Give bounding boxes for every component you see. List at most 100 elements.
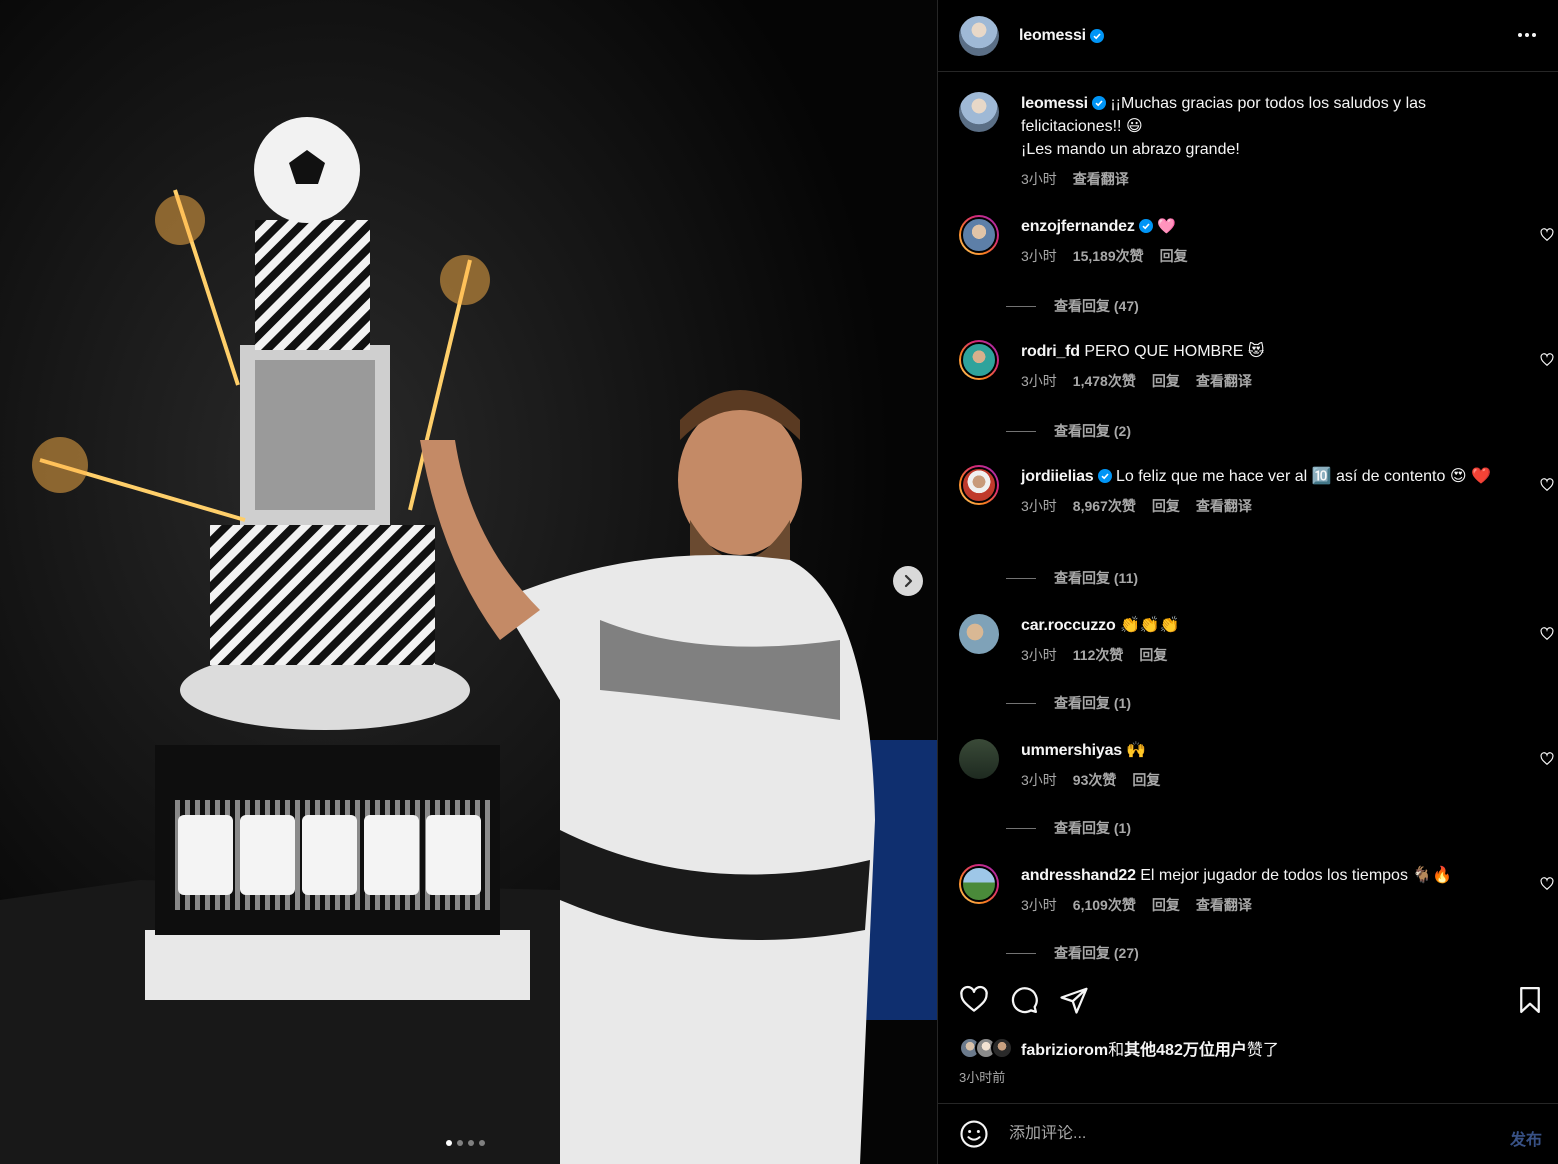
comment-likes[interactable]: 112次赞 (1073, 645, 1124, 665)
view-replies-label: 查看回复 (47) (1054, 298, 1139, 314)
avatar[interactable] (959, 15, 999, 56)
comment-text: Lo feliz que me hace ver al 🔟 así de con… (1115, 468, 1491, 485)
share-send-icon[interactable] (1059, 985, 1089, 1015)
verified-badge-icon (1097, 469, 1112, 483)
post-comment-button[interactable]: 发布 (1510, 1126, 1542, 1150)
translate-link[interactable]: 查看翻译 (1196, 895, 1252, 915)
carousel-dot (457, 1140, 463, 1146)
view-replies-label: 查看回复 (1) (1054, 695, 1131, 711)
next-slide-button[interactable] (893, 566, 923, 596)
translate-link[interactable]: 查看翻译 (1073, 169, 1129, 189)
comment-username[interactable]: car.roccuzzo (1021, 617, 1116, 634)
heart-icon[interactable] (1540, 627, 1554, 641)
avatar (991, 1037, 1013, 1059)
replies-divider (1006, 577, 1036, 579)
view-replies-button[interactable]: 查看回复 (1) (1006, 693, 1131, 713)
avatar[interactable] (959, 465, 999, 505)
verified-badge-icon (1089, 28, 1104, 43)
comment-time: 3小时 (1021, 897, 1057, 913)
replies-divider (1006, 952, 1036, 954)
replies-divider (1006, 305, 1036, 307)
comment-text: 🙌 (1126, 742, 1147, 759)
translate-link[interactable]: 查看翻译 (1196, 496, 1252, 516)
replies-divider (1006, 430, 1036, 432)
comment-likes[interactable]: 1,478次赞 (1073, 371, 1136, 391)
view-replies-label: 查看回复 (2) (1054, 423, 1131, 439)
view-replies-label: 查看回复 (1) (1054, 820, 1131, 836)
view-replies-button[interactable]: 查看回复 (11) (1006, 568, 1138, 588)
caption-text: ¡Les mando un abrazo grande! (1021, 141, 1240, 158)
view-replies-label: 查看回复 (27) (1054, 945, 1139, 961)
likes-connector: 和 (1108, 1042, 1125, 1059)
view-replies-label: 查看回复 (11) (1054, 570, 1139, 586)
liker-avatars (959, 1037, 1013, 1059)
avatar[interactable] (959, 340, 999, 380)
likes-others[interactable]: 其他482万位用户 (1124, 1042, 1247, 1059)
post-header: leomessi (938, 0, 1558, 72)
reply-button[interactable]: 回复 (1152, 496, 1180, 516)
more-options-icon[interactable] (1516, 24, 1538, 46)
reply-button[interactable]: 回复 (1160, 246, 1188, 266)
reply-button[interactable]: 回复 (1152, 895, 1180, 915)
avatar[interactable] (959, 215, 999, 255)
view-replies-button[interactable]: 查看回复 (1) (1006, 818, 1131, 838)
add-comment-bar: 发布 (938, 1103, 1558, 1164)
heart-icon[interactable] (1540, 353, 1554, 367)
post-time: 3小时前 (959, 1070, 1006, 1085)
avatar[interactable] (959, 864, 999, 904)
heart-icon[interactable] (1540, 478, 1554, 492)
translate-link[interactable]: 查看翻译 (1196, 371, 1252, 391)
comment-username[interactable]: enzojfernandez (1021, 218, 1135, 235)
heart-icon[interactable] (1540, 877, 1554, 891)
avatar[interactable] (959, 92, 999, 132)
carousel-dot (446, 1140, 452, 1146)
liker-username[interactable]: fabriziorom (1021, 1042, 1108, 1059)
comment-likes[interactable]: 93次赞 (1073, 770, 1117, 790)
heart-icon[interactable] (1540, 752, 1554, 766)
comment-username[interactable]: rodri_fd (1021, 343, 1080, 360)
comment-time: 3小时 (1021, 498, 1057, 514)
view-replies-button[interactable]: 查看回复 (2) (1006, 421, 1131, 441)
verified-badge-icon (1091, 96, 1106, 110)
comment-time: 3小时 (1021, 647, 1057, 663)
save-bookmark-icon[interactable] (1515, 985, 1545, 1015)
comment-bubble-icon[interactable] (1009, 985, 1039, 1015)
caption-username[interactable]: leomessi (1021, 95, 1088, 112)
comment-time: 3小时 (1021, 373, 1057, 389)
author-username[interactable]: leomessi (1019, 27, 1086, 45)
like-heart-icon[interactable] (959, 985, 989, 1015)
comment-time: 3小时 (1021, 772, 1057, 788)
comment-likes[interactable]: 8,967次赞 (1073, 496, 1136, 516)
reply-button[interactable]: 回复 (1132, 770, 1160, 790)
replies-divider (1006, 827, 1036, 829)
reply-button[interactable]: 回复 (1152, 371, 1180, 391)
heart-icon[interactable] (1540, 228, 1554, 242)
chevron-right-icon (904, 574, 913, 588)
likes-text[interactable]: fabriziorom和其他482万位用户赞了 (1021, 1036, 1279, 1060)
comment-text: 👏👏👏 (1119, 617, 1180, 634)
comment-input[interactable] (1009, 1125, 1469, 1143)
comment-username[interactable]: jordiielias (1021, 468, 1094, 485)
likes-suffix: 赞了 (1246, 1042, 1279, 1059)
comment-username[interactable]: ummershiyas (1021, 742, 1122, 759)
view-replies-button[interactable]: 查看回复 (27) (1006, 943, 1139, 963)
carousel-dot (479, 1140, 485, 1146)
comment-text: El mejor jugador de todos los tiempos 🐐🔥 (1140, 867, 1453, 884)
reply-button[interactable]: 回复 (1139, 645, 1167, 665)
avatar[interactable] (959, 739, 999, 779)
avatar[interactable] (959, 614, 999, 654)
post-photo (0, 0, 937, 1164)
comment-likes[interactable]: 15,189次赞 (1073, 246, 1144, 266)
comment-time: 3小时 (1021, 248, 1057, 264)
comment-username[interactable]: andresshand22 (1021, 867, 1136, 884)
comment-text: 🩷 (1157, 217, 1176, 235)
likes-summary: fabriziorom和其他482万位用户赞了 (959, 1036, 1279, 1060)
comment-likes[interactable]: 6,109次赞 (1073, 895, 1136, 915)
post-media (0, 0, 937, 1164)
view-replies-button[interactable]: 查看回复 (47) (1006, 296, 1139, 316)
carousel-dot (468, 1140, 474, 1146)
comment-text: PERO QUE HOMBRE 😻 (1084, 343, 1265, 360)
carousel-indicator (446, 1140, 485, 1146)
post-side-panel: leomessi leomessi ¡¡Muchas gracias por t… (937, 0, 1558, 1164)
emoji-icon[interactable] (959, 1119, 989, 1149)
